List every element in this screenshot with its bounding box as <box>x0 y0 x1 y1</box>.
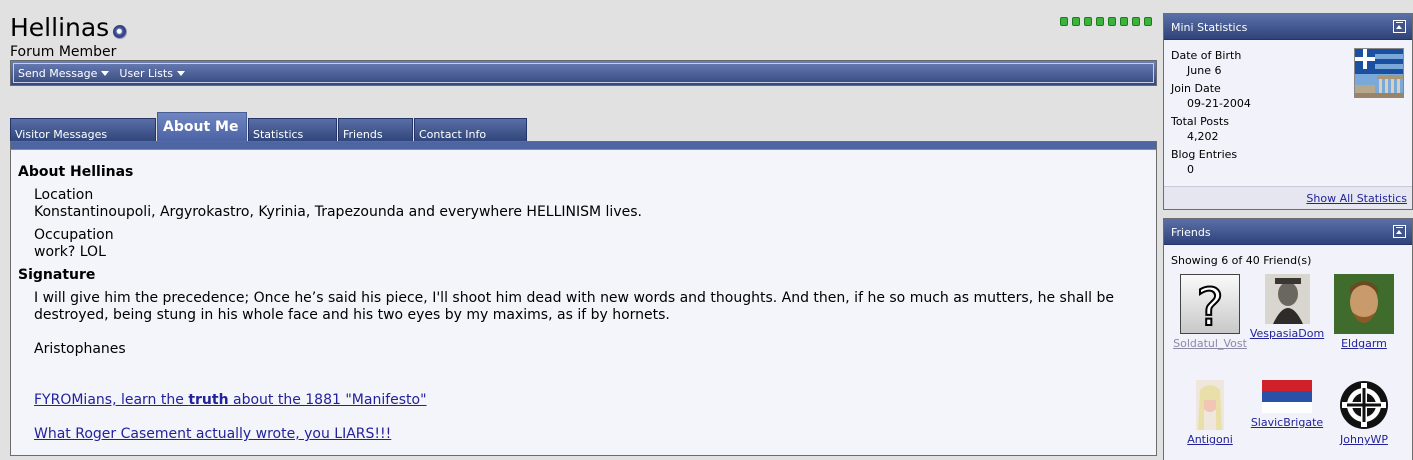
friend-name[interactable]: VespasiaDom <box>1247 327 1327 340</box>
friends-title: Friends <box>1171 226 1211 239</box>
reputation-pip <box>1144 17 1152 26</box>
tab-visitor-messages[interactable]: Visitor Messages <box>10 118 156 142</box>
tab-contact-info[interactable]: Contact Info <box>414 118 527 142</box>
profile-username: Hellinas <box>10 13 110 42</box>
friends-block: Friends Showing 6 of 40 Friend(s) ? Sold… <box>1163 218 1413 460</box>
occupation-label: Occupation <box>34 227 114 243</box>
friend-name[interactable]: Antigoni <box>1170 433 1250 446</box>
signature-line: I will give him the precedence; Once he’… <box>34 290 1115 306</box>
reputation-pip <box>1132 17 1140 26</box>
svg-text:?: ? <box>1196 278 1224 333</box>
friends-header: Friends <box>1164 219 1412 245</box>
user-avatar <box>1354 48 1404 98</box>
reputation-pip <box>1072 17 1080 26</box>
friend-avatar <box>1339 380 1389 430</box>
mini-statistics-header: Mini Statistics <box>1164 14 1412 40</box>
join-date-label: Join Date <box>1171 82 1221 95</box>
reputation-pip <box>1096 17 1104 26</box>
show-all-statistics-link[interactable]: Show All Statistics <box>1306 192 1407 205</box>
chevron-down-icon <box>101 70 110 76</box>
blog-entries-value: 0 <box>1187 163 1194 176</box>
link-text: about the 1881 "Manifesto" <box>228 392 427 408</box>
link-text: FYROMians, learn the <box>34 392 189 408</box>
mini-statistics-title: Mini Statistics <box>1171 21 1248 34</box>
signature-title: Signature <box>18 267 96 283</box>
total-posts-value: 4,202 <box>1187 130 1219 143</box>
send-message-label: Send Message <box>18 66 98 80</box>
total-posts-label: Total Posts <box>1171 115 1229 128</box>
friend-avatar <box>1334 274 1394 334</box>
friend-avatar <box>1262 380 1312 413</box>
friends-count: Showing 6 of 40 Friend(s) <box>1171 254 1312 267</box>
about-me-panel: About Hellinas Location Konstantinoupoli… <box>10 149 1157 456</box>
friend-avatar-placeholder: ? <box>1180 274 1240 339</box>
signature-author: Aristophanes <box>34 341 126 357</box>
chevron-down-icon <box>176 70 185 76</box>
reputation-pip <box>1108 17 1116 26</box>
friend-name[interactable]: Soldatul_Vost <box>1170 337 1250 350</box>
mini-statistics-body: Date of Birth June 6 Join Date 09-21-200… <box>1164 40 1412 185</box>
profile-usertitle: Forum Member <box>10 44 117 60</box>
friend-item[interactable]: SlavicBrigate <box>1247 380 1327 429</box>
dob-value: June 6 <box>1187 64 1222 77</box>
blog-entries-label: Blog Entries <box>1171 148 1238 161</box>
collapse-icon[interactable] <box>1393 225 1406 238</box>
signature-line: destroyed, being stung in his whole face… <box>34 307 670 323</box>
profile-action-bar: Send Message User Lists <box>10 60 1157 86</box>
friend-avatar <box>1196 380 1224 430</box>
friend-item[interactable]: JohnyWP <box>1324 380 1404 446</box>
friend-item[interactable]: ? Soldatul_Vost <box>1170 274 1250 350</box>
friend-avatar <box>1264 274 1310 324</box>
send-message-menu[interactable]: Send Message <box>18 66 110 80</box>
location-value: Konstantinoupoli, Argyrokastro, Kyrinia,… <box>34 204 642 220</box>
user-lists-menu[interactable]: User Lists <box>119 67 185 80</box>
friend-name[interactable]: Eldgarm <box>1324 337 1404 350</box>
reputation-pip <box>1120 17 1128 26</box>
location-label: Location <box>34 187 94 203</box>
link-bold-text: truth <box>188 392 229 408</box>
friend-name[interactable]: SlavicBrigate <box>1247 416 1327 429</box>
casement-link[interactable]: What Roger Casement actually wrote, you … <box>34 426 391 442</box>
dob-label: Date of Birth <box>1171 49 1242 62</box>
user-lists-label: User Lists <box>119 66 173 80</box>
friend-item[interactable]: VespasiaDom <box>1247 274 1327 340</box>
collapse-icon[interactable] <box>1393 20 1406 33</box>
manifesto-link[interactable]: FYROMians, learn the truth about the 188… <box>34 392 427 408</box>
reputation-indicator <box>1060 17 1152 26</box>
tab-friends[interactable]: Friends <box>338 118 413 142</box>
mini-statistics-footer: Show All Statistics <box>1164 186 1412 209</box>
occupation-value: work? LOL <box>34 244 106 260</box>
friend-item[interactable]: Antigoni <box>1170 380 1250 446</box>
mini-statistics-block: Mini Statistics Date of Birth June 6 Joi… <box>1163 13 1413 210</box>
friend-name[interactable]: JohnyWP <box>1324 433 1404 446</box>
about-title: About Hellinas <box>18 164 134 180</box>
friend-item[interactable]: Eldgarm <box>1324 274 1404 350</box>
tab-about-me[interactable]: About Me <box>157 112 247 142</box>
online-status-icon <box>113 25 127 39</box>
tab-statistics[interactable]: Statistics <box>248 118 337 142</box>
reputation-pip <box>1060 17 1068 26</box>
join-date-value: 09-21-2004 <box>1187 97 1251 110</box>
reputation-pip <box>1084 17 1092 26</box>
